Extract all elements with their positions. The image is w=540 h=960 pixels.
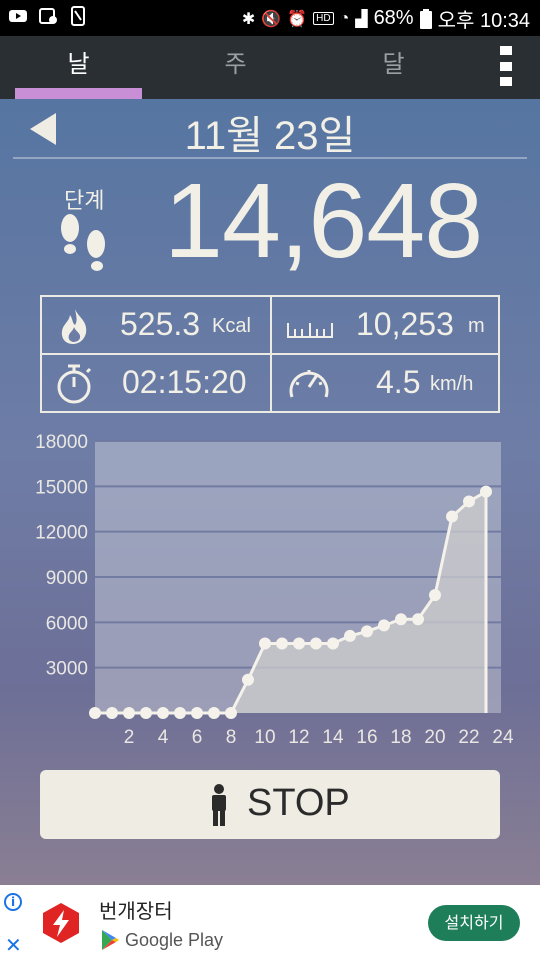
date-header: 11월 23일 [0, 99, 540, 159]
person-icon [212, 784, 226, 826]
battery-percent: 68% [373, 7, 414, 29]
data-point [208, 707, 220, 719]
speedometer-icon [289, 370, 329, 398]
y-tick-label: 3000 [46, 659, 88, 680]
data-point [89, 707, 101, 719]
ad-store-label: Google Play [125, 929, 224, 950]
bluetooth-icon: ✱ [241, 10, 256, 28]
speed-unit: km/h [430, 373, 474, 395]
duration-cell: 02:15:20 [42, 355, 270, 411]
app-logo-icon [43, 903, 79, 943]
data-point [276, 637, 288, 650]
x-tick-label: 22 [458, 727, 479, 748]
active-tab-indicator [15, 88, 142, 99]
x-tick-label: 10 [254, 727, 275, 748]
footprints-icon [61, 214, 105, 271]
data-point [293, 637, 305, 650]
data-point [429, 589, 441, 602]
ad-info-icon[interactable]: i [4, 893, 22, 911]
data-point [361, 625, 373, 638]
data-point [463, 495, 475, 508]
duration-value: 02:15:20 [122, 364, 247, 400]
data-point [446, 510, 458, 523]
y-tick-label: 12000 [35, 523, 88, 544]
distance-value: 10,253 [356, 306, 454, 342]
install-button[interactable]: 설치하기 [428, 905, 520, 941]
data-point [395, 613, 407, 626]
alarm-icon: ⏰ [287, 10, 308, 28]
stopwatch-icon [57, 364, 92, 404]
calories-cell: 525.3 Kcal [42, 297, 270, 353]
status-bar: ✱ 🔇 ⏰ HD ◔ ▟ 68% 오후 10:34 [0, 0, 540, 36]
x-tick-label: 14 [322, 727, 344, 748]
speed-cell: 4.5 km/h [272, 355, 498, 411]
stats-grid: 525.3 Kcal 10,253 m 02:15:20 4.5 km/h [40, 295, 500, 413]
data-point [106, 707, 118, 719]
mute-icon: 🔇 [261, 10, 282, 28]
date-divider [13, 157, 527, 159]
overflow-menu-icon[interactable] [500, 46, 514, 86]
clock: 오후 10:34 [437, 10, 530, 32]
data-point [123, 707, 135, 719]
data-point [225, 707, 237, 719]
steps-area-chart: 1800015000120009000600030002 4 6 8 10 12 14 16 1… [35, 432, 514, 748]
calories-value: 525.3 [120, 306, 201, 342]
hourly-steps-chart: 18000 15000 12000 9000 6000 3000 2 4 6 8 10 12 14 16 1… [0, 425, 540, 755]
hd-voice-icon: HD [313, 12, 334, 25]
tab-week[interactable]: 주 [172, 36, 299, 99]
youtube-icon [9, 10, 27, 22]
data-point [310, 637, 322, 650]
step-count: 14,648 [164, 162, 483, 280]
wifi-icon: ◔ [339, 9, 350, 27]
y-tick-label: 9000 [46, 568, 88, 589]
x-tick-label: 8 [226, 727, 237, 748]
data-point [174, 707, 186, 719]
data-point [378, 619, 390, 632]
data-point [191, 707, 203, 719]
current-date: 11월 23일 [184, 114, 356, 158]
stop-label: STOP [247, 782, 350, 824]
calories-unit: Kcal [212, 315, 251, 337]
distance-unit: m [468, 315, 485, 337]
ad-banner[interactable]: i ✕ 번개장터 Google Play 설치하기 [0, 885, 540, 960]
y-tick-label: 15000 [35, 477, 88, 498]
data-point [157, 707, 169, 719]
y-tick-label: 18000 [35, 432, 88, 453]
ad-close-icon[interactable]: ✕ [5, 935, 22, 955]
data-point [140, 707, 152, 719]
data-point [480, 485, 492, 498]
x-tick-label: 18 [390, 727, 411, 748]
data-point [259, 637, 271, 650]
signal-icon: ▟ [355, 10, 368, 28]
gallery-notification-icon [39, 8, 57, 24]
ruler-icon [287, 323, 333, 338]
x-tick-label: 12 [288, 727, 309, 748]
main-panel: 11월 23일 단계 14,648 525.3 Kcal 10,253 m 02… [0, 99, 540, 885]
distance-cell: 10,253 m [272, 297, 498, 353]
stop-button[interactable]: STOP [40, 770, 500, 839]
data-point [327, 637, 339, 650]
period-tab-bar: 날 주 달 [0, 36, 540, 99]
x-tick-label: 20 [424, 727, 445, 748]
y-tick-label: 6000 [46, 613, 88, 634]
flame-icon [61, 309, 87, 344]
google-play-icon [102, 930, 119, 950]
x-tick-label: 4 [158, 727, 169, 748]
speed-value: 4.5 [376, 364, 421, 400]
data-point [412, 613, 424, 626]
x-tick-label: 2 [124, 727, 135, 748]
steps-label: 단계 [64, 189, 105, 214]
battery-icon [419, 8, 432, 29]
data-point [242, 673, 254, 686]
system-status: ✱ 🔇 ⏰ HD ◔ ▟ 68% 오후 10:34 [242, 4, 530, 33]
phone-notification-icon [71, 6, 85, 26]
data-point [344, 629, 356, 642]
ad-app-title: 번개장터 [99, 899, 173, 923]
x-tick-label: 24 [492, 727, 514, 748]
x-tick-label: 6 [192, 727, 203, 748]
tab-month[interactable]: 달 [330, 36, 457, 99]
x-tick-label: 16 [356, 727, 377, 748]
notification-icons [8, 6, 88, 26]
ad-store: Google Play [100, 929, 223, 951]
